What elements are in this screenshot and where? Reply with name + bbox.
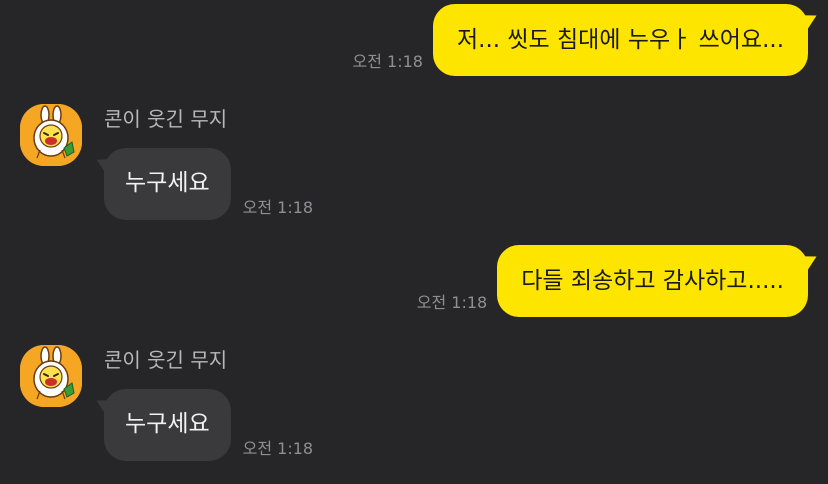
sent-message-bubble[interactable]: 저... 씻도 침대에 누우ㅏ 쓰어요...: [432, 4, 808, 76]
received-message: 콘이 웃긴 무지 누구세요 오전 1:18: [20, 345, 313, 461]
received-message-row: 누구세요 오전 1:18: [104, 148, 313, 220]
muzi-con-character-icon[interactable]: [20, 345, 82, 407]
sent-message-bubble[interactable]: 다들 죄송하고 감사하고.....: [497, 245, 808, 317]
received-message-body: 콘이 웃긴 무지 누구세요 오전 1:18: [104, 104, 313, 220]
message-time: 오전 1:18: [352, 52, 423, 71]
received-message-bubble[interactable]: 누구세요: [104, 148, 231, 220]
muzi-con-character-icon[interactable]: [20, 104, 82, 166]
sender-name[interactable]: 콘이 웃긴 무지: [104, 106, 313, 134]
sender-name[interactable]: 콘이 웃긴 무지: [104, 347, 313, 375]
sent-message: 오전 1:18 저... 씻도 침대에 누우ㅏ 쓰어요...: [352, 4, 808, 76]
message-time: 오전 1:18: [242, 198, 314, 217]
received-message: 콘이 웃긴 무지 누구세요 오전 1:18: [20, 104, 313, 220]
received-message-body: 콘이 웃긴 무지 누구세요 오전 1:18: [104, 345, 313, 461]
message-time: 오전 1:18: [416, 293, 488, 312]
sent-message: 오전 1:18 다들 죄송하고 감사하고.....: [417, 245, 808, 317]
chat-room[interactable]: 오전 1:18 저... 씻도 침대에 누우ㅏ 쓰어요... 콘이 웃긴 무지 …: [0, 0, 828, 484]
received-message-bubble[interactable]: 누구세요: [104, 389, 231, 461]
message-time: 오전 1:18: [242, 439, 314, 458]
received-message-row: 누구세요 오전 1:18: [104, 389, 313, 461]
